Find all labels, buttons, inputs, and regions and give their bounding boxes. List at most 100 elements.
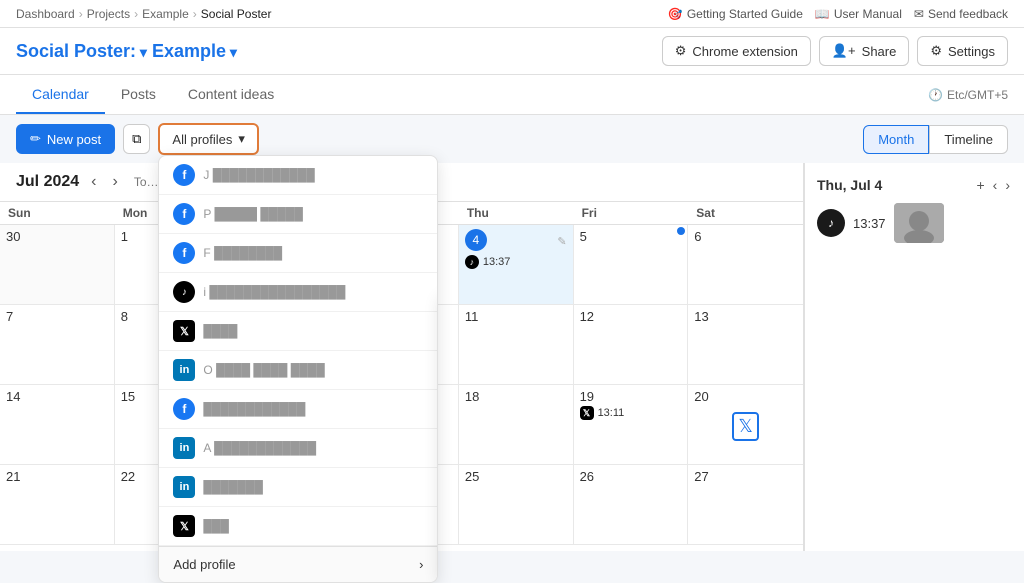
breadcrumb-current: Social Poster	[201, 7, 272, 21]
breadcrumb-example[interactable]: Example	[142, 7, 189, 21]
send-feedback-link[interactable]: ✉ Send feedback	[914, 7, 1008, 21]
copy-button[interactable]: ⧉	[123, 124, 150, 154]
cal-cell-5[interactable]: 5	[574, 225, 689, 305]
toolbar-left: ✏ New post ⧉ All profiles ▾ f J ████████…	[16, 123, 259, 155]
linkedin-profile-icon: in	[173, 437, 195, 459]
linkedin-profile-icon: in	[173, 359, 195, 381]
pencil-icon: ✏	[30, 131, 41, 147]
timezone-display: 🕐 Etc/GMT+5	[928, 88, 1008, 102]
profiles-dropdown: f J ████████████ f P █████ █████ f F ███…	[158, 155, 438, 583]
tab-calendar[interactable]: Calendar	[16, 76, 105, 114]
day-header-thu: Thu	[459, 202, 574, 224]
all-profiles-button[interactable]: All profiles ▾	[158, 123, 259, 155]
prev-month-button[interactable]: ‹	[87, 171, 100, 193]
sidebar-next-button[interactable]: ›	[1003, 175, 1012, 195]
event-4-1[interactable]: ♪ 13:37	[465, 255, 567, 269]
page-title: Social Poster: Example	[16, 41, 237, 62]
sidebar-add-button[interactable]: +	[974, 175, 986, 195]
event-19-1[interactable]: 𝕏 13:11	[580, 406, 682, 420]
tab-posts[interactable]: Posts	[105, 76, 172, 114]
breadcrumb-dashboard[interactable]: Dashboard	[16, 7, 75, 21]
breadcrumb-projects[interactable]: Projects	[87, 7, 130, 21]
calendar-month-year: Jul 2024	[16, 173, 79, 191]
tabs-bar: Calendar Posts Content ideas 🕐 Etc/GMT+5	[0, 75, 1024, 115]
sidebar-date: Thu, Jul 4 + ‹ ›	[817, 175, 1012, 195]
cal-cell-26[interactable]: 26	[574, 465, 689, 545]
profiles-dropdown-container: All profiles ▾ f J ████████████ f P ████…	[158, 123, 259, 155]
x-large-icon: 𝕏	[732, 412, 759, 441]
timeline-view-button[interactable]: Timeline	[929, 125, 1008, 154]
profile-item[interactable]: 𝕏 ███	[159, 507, 437, 546]
copy-icon: ⧉	[132, 131, 141, 146]
day-header-sat: Sat	[688, 202, 803, 224]
fb-profile-icon: f	[173, 242, 195, 264]
clock-icon: 🕐	[928, 88, 943, 102]
sidebar-nav: + ‹ ›	[974, 175, 1012, 195]
header-actions: ⚙ Chrome extension 👤+ Share ⚙ Settings	[662, 36, 1008, 66]
calendar-area: Jul 2024 ‹ › To… Sun Mon Tue Wed Thu Fri…	[0, 163, 1024, 551]
chrome-extension-button[interactable]: ⚙ Chrome extension	[662, 36, 811, 66]
cal-cell-19[interactable]: 19 𝕏 13:11	[574, 385, 689, 465]
profile-item[interactable]: 𝕏 ████	[159, 312, 437, 351]
tiktok-profile-icon: ♪	[173, 281, 195, 303]
toolbar: ✏ New post ⧉ All profiles ▾ f J ████████…	[0, 115, 1024, 163]
share-icon: 👤+	[832, 43, 856, 59]
share-button[interactable]: 👤+ Share	[819, 36, 909, 66]
getting-started-link[interactable]: 🎯 Getting Started Guide	[668, 7, 803, 21]
settings-button[interactable]: ⚙ Settings	[917, 36, 1008, 66]
cal-cell-7[interactable]: 7	[0, 305, 115, 385]
toolbar-right: Month Timeline	[863, 125, 1008, 154]
cal-cell-14[interactable]: 14	[0, 385, 115, 465]
user-manual-link[interactable]: 📖 User Manual	[815, 7, 902, 21]
sidebar-event-item[interactable]: ♪ 13:37	[817, 203, 1012, 243]
today-label: To…	[134, 175, 159, 189]
project-name-link[interactable]: Example	[152, 41, 237, 61]
top-bar: Dashboard › Projects › Example › Social …	[0, 0, 1024, 28]
cal-cell-11[interactable]: 11	[459, 305, 574, 385]
profile-item[interactable]: f J ████████████	[159, 156, 437, 195]
chevron-right-icon: ›	[419, 557, 423, 572]
top-bar-actions: 🎯 Getting Started Guide 📖 User Manual ✉ …	[668, 7, 1008, 21]
linkedin-profile-icon: in	[173, 476, 195, 498]
gear-icon: ⚙	[930, 43, 942, 59]
feedback-icon: ✉	[914, 7, 924, 21]
cal-cell-18[interactable]: 18	[459, 385, 574, 465]
event-dot-5	[677, 227, 685, 235]
cal-cell-21[interactable]: 21	[0, 465, 115, 545]
profile-item[interactable]: in A ████████████	[159, 429, 437, 468]
getting-started-icon: 🎯	[668, 7, 683, 21]
cal-cell-12[interactable]: 12	[574, 305, 689, 385]
sidebar-avatar-tiktok: ♪	[817, 209, 845, 237]
next-month-button[interactable]: ›	[108, 171, 121, 193]
chevron-down-icon: ▾	[238, 131, 245, 147]
add-profile-button[interactable]: Add profile › f Connect Facebook 📷 Conne…	[159, 546, 437, 582]
sidebar-prev-button[interactable]: ‹	[991, 175, 1000, 195]
cal-cell-13[interactable]: 13	[688, 305, 803, 385]
day-header-sun: Sun	[0, 202, 115, 224]
day-header-fri: Fri	[574, 202, 689, 224]
sidebar-event-image	[894, 203, 944, 243]
profile-item[interactable]: f F ████████	[159, 234, 437, 273]
profile-item[interactable]: ♪ i ████████████████	[159, 273, 437, 312]
profile-item[interactable]: in ███████	[159, 468, 437, 507]
fb-profile-icon: f	[173, 203, 195, 225]
x-profile-icon: 𝕏	[173, 320, 195, 342]
cal-cell-30-jun[interactable]: 30	[0, 225, 115, 305]
cal-cell-6[interactable]: 6	[688, 225, 803, 305]
breadcrumb: Dashboard › Projects › Example › Social …	[16, 7, 271, 21]
tab-content-ideas[interactable]: Content ideas	[172, 76, 290, 114]
fb-profile-icon: f	[173, 398, 195, 420]
chrome-icon: ⚙	[675, 43, 687, 59]
new-post-button[interactable]: ✏ New post	[16, 124, 115, 154]
edit-icon[interactable]: ✎	[557, 235, 566, 248]
fb-profile-icon: f	[173, 164, 195, 186]
profile-item[interactable]: f ████████████	[159, 390, 437, 429]
cal-cell-25[interactable]: 25	[459, 465, 574, 545]
page-header: Social Poster: Example ⚙ Chrome extensio…	[0, 28, 1024, 75]
month-view-button[interactable]: Month	[863, 125, 929, 154]
profile-item[interactable]: in O ████ ████ ████	[159, 351, 437, 390]
profile-item[interactable]: f P █████ █████	[159, 195, 437, 234]
cal-cell-27[interactable]: 27	[688, 465, 803, 545]
cal-cell-20[interactable]: 20 𝕏	[688, 385, 803, 465]
cal-cell-4-today[interactable]: 4 ✎ ♪ 13:37	[459, 225, 574, 305]
